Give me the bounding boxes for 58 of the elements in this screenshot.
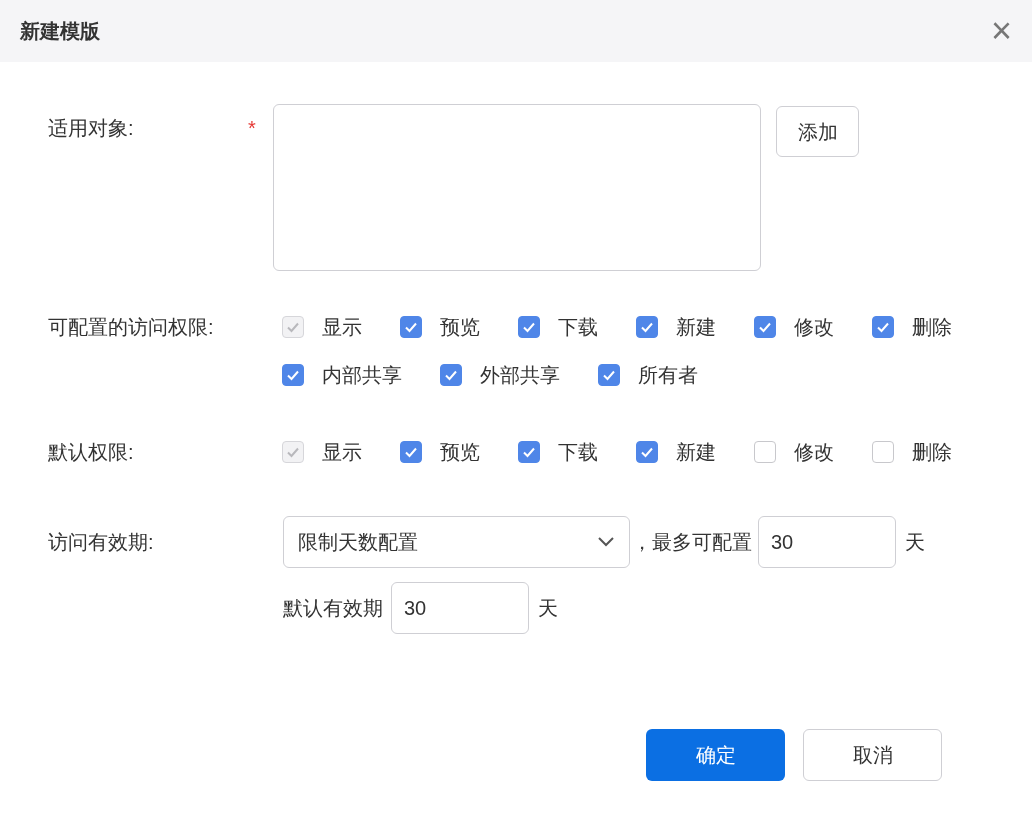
- dialog-title: 新建模版: [20, 19, 100, 44]
- unit-label: 天: [538, 596, 558, 621]
- add-button[interactable]: 添加: [776, 106, 859, 157]
- checkmark-icon: [522, 445, 536, 459]
- permission-checkbox-option[interactable]: 所有者: [598, 351, 736, 399]
- field-label: 可配置的访问权限:: [48, 315, 215, 340]
- cancel-button[interactable]: 取消: [803, 729, 942, 781]
- checkbox[interactable]: [400, 441, 422, 463]
- checkmark-icon: [404, 445, 418, 459]
- max-days-label: ，最多可配置: [632, 530, 752, 555]
- permission-checkbox-option[interactable]: 修改: [754, 303, 872, 351]
- permission-checkbox-option[interactable]: 修改: [754, 428, 872, 476]
- permission-checkbox-option[interactable]: 预览: [400, 428, 518, 476]
- confirm-button[interactable]: 确定: [646, 729, 785, 781]
- field-label: 默认权限:: [48, 440, 135, 465]
- checkmark-icon: [602, 368, 616, 382]
- permission-checkbox-option[interactable]: 下载: [518, 428, 636, 476]
- checkbox[interactable]: [282, 364, 304, 386]
- checkmark-icon: [286, 445, 300, 459]
- checkbox[interactable]: [636, 316, 658, 338]
- period-select[interactable]: 限制天数配置: [283, 516, 630, 568]
- checkbox[interactable]: [518, 316, 540, 338]
- checkmark-icon: [404, 320, 418, 334]
- checkbox[interactable]: [598, 364, 620, 386]
- checkmark-icon: [758, 320, 772, 334]
- permission-checkbox-option[interactable]: 内部共享: [282, 351, 440, 399]
- required-mark: *: [248, 116, 257, 141]
- permission-checkbox-option[interactable]: 预览: [400, 303, 518, 351]
- checkbox[interactable]: [872, 316, 894, 338]
- checkmark-icon: [444, 368, 458, 382]
- checkbox[interactable]: [872, 441, 894, 463]
- checkbox[interactable]: [400, 316, 422, 338]
- checkbox[interactable]: [754, 316, 776, 338]
- target-input-field[interactable]: [273, 104, 761, 271]
- chevron-down-icon: [597, 536, 615, 548]
- unit-label: 天: [905, 530, 925, 555]
- checkmark-icon: [286, 320, 300, 334]
- field-label: 访问有效期:: [48, 530, 155, 555]
- checkbox[interactable]: [518, 441, 540, 463]
- checkmark-icon: [286, 368, 300, 382]
- permission-checkbox-option[interactable]: 新建: [636, 303, 754, 351]
- default-days-input[interactable]: 30: [391, 582, 529, 634]
- permission-checkbox-option[interactable]: 新建: [636, 428, 754, 476]
- permission-checkbox-option[interactable]: 外部共享: [440, 351, 598, 399]
- close-button[interactable]: ×: [990, 13, 1012, 49]
- checkmark-icon: [522, 320, 536, 334]
- default-days-label: 默认有效期: [283, 596, 383, 621]
- field-label: 适用对象:: [48, 116, 135, 141]
- checkbox[interactable]: [440, 364, 462, 386]
- checkmark-icon: [640, 445, 654, 459]
- max-days-input[interactable]: 30: [758, 516, 896, 568]
- permission-checkbox-option[interactable]: 删除: [872, 428, 990, 476]
- checkmark-icon: [640, 320, 654, 334]
- checkbox[interactable]: [636, 441, 658, 463]
- checkmark-icon: [876, 320, 890, 334]
- permission-checkbox-option[interactable]: 下载: [518, 303, 636, 351]
- checkbox[interactable]: [754, 441, 776, 463]
- permission-checkbox-option[interactable]: 删除: [872, 303, 990, 351]
